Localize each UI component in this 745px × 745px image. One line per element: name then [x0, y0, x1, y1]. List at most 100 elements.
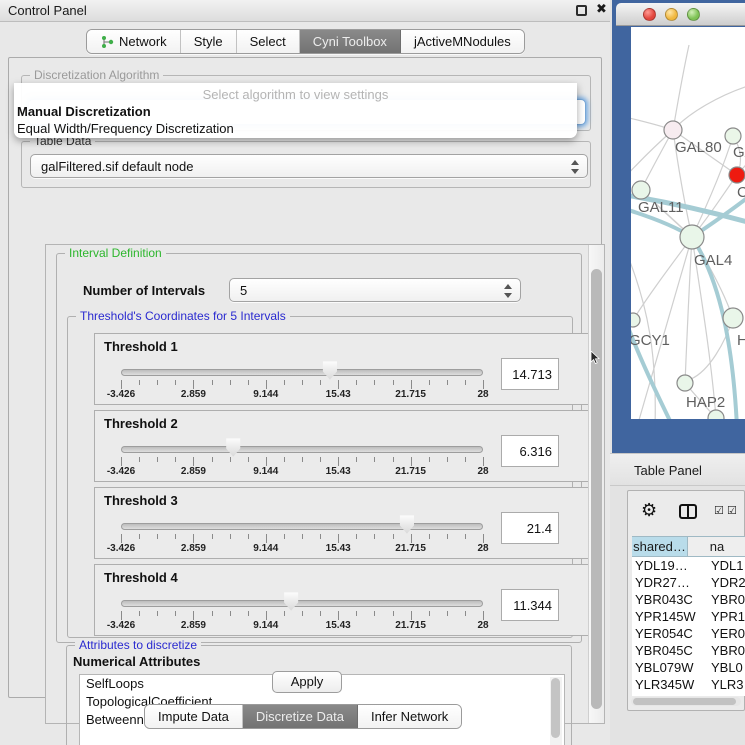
cell-name: YLR3	[707, 676, 745, 693]
tab-jactivemnodules[interactable]: jActiveMNodules	[401, 30, 524, 53]
network-node[interactable]	[677, 375, 693, 391]
number-of-intervals-combobox[interactable]: 5	[229, 278, 521, 302]
columns-icon[interactable]	[679, 504, 697, 519]
algorithm-prompt-item[interactable]: Select algorithm to view settings	[14, 86, 577, 103]
network-edge[interactable]	[673, 85, 745, 130]
network-node[interactable]	[680, 225, 704, 249]
top-tab-bar: Network Style SelectCyni ToolboxjActiveMNo…	[86, 29, 525, 54]
table-data-combobox[interactable]: galFiltered.sif default node	[30, 154, 588, 178]
tab-cyni-toolbox[interactable]: Cyni Toolbox	[300, 30, 401, 53]
discretization-algorithm-title: Discretization Algorithm	[30, 68, 163, 82]
threshold-slider-track[interactable]	[121, 523, 483, 530]
algorithm-option[interactable]: Equal Width/Frequency Discretization	[14, 120, 577, 137]
checkbox-checked-icon[interactable]: ☑	[727, 504, 737, 517]
threshold-value-field[interactable]	[501, 589, 559, 621]
table-header-row: shared… na	[632, 536, 745, 557]
table-row[interactable]: YIL052CYIL0	[632, 693, 745, 696]
table-row[interactable]: YDL19…YDL1	[632, 557, 745, 574]
gear-icon[interactable]: ⚙	[641, 500, 657, 521]
network-window-titlebar	[616, 3, 745, 26]
control-panel-window: Control Panel ✖ Network Style SelectCyni T…	[0, 0, 610, 745]
tab-label: Style	[194, 34, 223, 49]
tab-label: Network	[119, 34, 167, 49]
checkbox-checked-icon[interactable]: ☑	[714, 504, 724, 517]
cell-name: YDR2	[707, 574, 745, 591]
threshold-slider-thumb[interactable]	[283, 592, 299, 611]
bottom-tab-bar: Impute DataDiscretize DataInfer Network	[144, 704, 462, 729]
settings-vertical-scrollbar[interactable]	[588, 245, 604, 723]
cell-name: YBR0	[707, 642, 745, 659]
tab-discretize-data[interactable]: Discretize Data	[243, 705, 358, 728]
network-edge[interactable]	[637, 237, 692, 419]
network-edge[interactable]	[641, 130, 673, 190]
minimize-traffic-light-icon[interactable]	[665, 8, 678, 21]
network-node-label: GAL11	[638, 199, 684, 216]
column-header-name[interactable]: na	[688, 537, 745, 556]
network-node-label: GAL80	[675, 139, 722, 156]
table-row[interactable]: YPR145WYPR1	[632, 608, 745, 625]
cell-shared-name: YBR043C	[632, 591, 707, 608]
network-node[interactable]	[664, 121, 682, 139]
table-horizontal-scrollbar[interactable]	[631, 697, 741, 706]
slider-scale-labels: -3.4262.8599.14415.4321.71528	[121, 389, 483, 402]
network-edge[interactable]	[633, 237, 692, 320]
number-of-intervals-value: 5	[240, 283, 247, 298]
table-row[interactable]: YER054CYER0	[632, 625, 745, 642]
tab-style[interactable]: Style	[181, 30, 237, 53]
cell-name: YIL0	[707, 693, 745, 696]
threshold-slider-track[interactable]	[121, 600, 483, 607]
threshold-slider-thumb[interactable]	[399, 515, 415, 534]
attributes-group: Attributes to discretize Numerical Attri…	[66, 645, 572, 745]
threshold-panel: Threshold 4-3.4262.8599.14415.4321.71528	[94, 564, 592, 636]
tab-infer-network[interactable]: Infer Network	[358, 705, 461, 728]
cell-shared-name: YLR345W	[632, 676, 707, 693]
control-panel-title: Control Panel	[8, 3, 87, 18]
thresholds-group: Threshold's Coordinates for 5 Intervals …	[67, 316, 573, 638]
thresholds-group-title: Threshold's Coordinates for 5 Intervals	[76, 309, 290, 323]
apply-button[interactable]: Apply	[272, 671, 342, 693]
network-node[interactable]	[723, 308, 743, 328]
table-row[interactable]: YBR043CYBR0	[632, 591, 745, 608]
list-scrollbar[interactable]	[550, 677, 562, 745]
slider-scale-labels: -3.4262.8599.14415.4321.71528	[121, 466, 483, 479]
float-window-icon[interactable]	[576, 5, 587, 16]
network-node-label: GCY1	[631, 332, 670, 349]
threshold-value-field[interactable]	[501, 358, 559, 390]
column-header-shared-name[interactable]: shared…	[632, 537, 688, 556]
network-node[interactable]	[725, 128, 741, 144]
cell-name: YPR1	[707, 608, 745, 625]
table-data-group: Table Data galFiltered.sif default node	[21, 141, 591, 188]
cyni-toolbox-pane: Discretization Algorithm Table Data galF…	[8, 57, 602, 698]
network-node-label: GAL4	[694, 252, 732, 269]
table-row[interactable]: YLR345WYLR3	[632, 676, 745, 693]
algorithm-option[interactable]: Manual Discretization	[14, 103, 577, 120]
threshold-label: Threshold 2	[104, 416, 178, 431]
cell-shared-name: YDR27…	[632, 574, 707, 591]
tab-impute-data[interactable]: Impute Data	[145, 705, 243, 728]
slider-scale-labels: -3.4262.8599.14415.4321.71528	[121, 543, 483, 556]
close-traffic-light-icon[interactable]	[643, 8, 656, 21]
threshold-slider-thumb[interactable]	[322, 361, 338, 380]
threshold-slider-track[interactable]	[121, 369, 483, 376]
network-node[interactable]	[729, 167, 745, 183]
table-row[interactable]: YBR045CYBR0	[632, 642, 745, 659]
threshold-slider-thumb[interactable]	[225, 438, 241, 457]
network-node[interactable]	[632, 181, 650, 199]
algorithm-dropdown-popup: Select algorithm to view settings Manual…	[14, 83, 577, 138]
zoom-traffic-light-icon[interactable]	[687, 8, 700, 21]
tab-select[interactable]: Select	[237, 30, 300, 53]
network-node-label: C	[737, 184, 745, 201]
table-row[interactable]: YDR27…YDR2	[632, 574, 745, 591]
close-icon[interactable]: ✖	[596, 1, 607, 17]
network-canvas[interactable]: GAL80GACGAL11GAL4GCY1HHAP2	[631, 27, 745, 419]
network-view-frame: GAL80GACGAL11GAL4GCY1HHAP2	[612, 0, 745, 453]
table-panel: ⚙ ☑ ☑ shared… na YDL19…YDL1YDR27…YDR2YBR…	[627, 490, 745, 711]
tab-network[interactable]: Network	[87, 30, 181, 53]
threshold-value-field[interactable]	[501, 512, 559, 544]
cell-name: YDL1	[707, 557, 745, 574]
threshold-label: Threshold 3	[104, 493, 178, 508]
threshold-value-field[interactable]	[501, 435, 559, 467]
network-node[interactable]	[631, 313, 640, 327]
threshold-slider-track[interactable]	[121, 446, 483, 453]
table-row[interactable]: YBL079WYBL0	[632, 659, 745, 676]
